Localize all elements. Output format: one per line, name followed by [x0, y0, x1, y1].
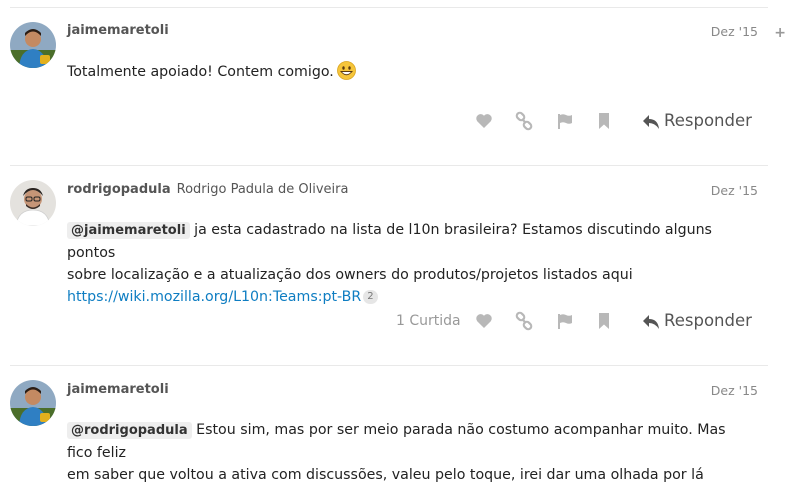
post-1: jaimemaretoli Dez '15 + Totalmente apoia… [0, 0, 788, 165]
post-date[interactable]: Dez '15 [711, 24, 758, 39]
post-line-2: sobre localização e a atualização dos ow… [67, 267, 633, 283]
post-divider [10, 165, 768, 166]
username[interactable]: jaimemaretoli [67, 23, 169, 38]
post-body: @rodrigopadula Estou sim, mas por ser me… [67, 419, 737, 486]
grinning-face-icon [336, 61, 356, 80]
reply-icon [643, 314, 659, 329]
post-text: Totalmente apoiado! Contem comigo. [67, 64, 334, 80]
expand-icon[interactable]: + [774, 25, 786, 41]
post-line-1: @jaimemaretoli ja esta cadastrado na lis… [67, 219, 737, 264]
post-body: Totalmente apoiado! Contem comigo. [67, 61, 737, 83]
post-line-3: https://wiki.mozilla.org/L10n:Teams:pt-B… [67, 286, 737, 308]
mention-link[interactable]: @rodrigopadula [67, 422, 192, 439]
post-2: rodrigopadula Rodrigo Padula de Oliveira … [0, 165, 788, 365]
post-date[interactable]: Dez '15 [711, 383, 758, 398]
wiki-link[interactable]: https://wiki.mozilla.org/L10n:Teams:pt-B… [67, 289, 361, 305]
username[interactable]: jaimemaretoli [67, 382, 169, 397]
avatar[interactable] [10, 22, 56, 68]
heart-icon[interactable] [474, 311, 494, 331]
link-icon[interactable] [514, 311, 534, 331]
flag-icon[interactable] [555, 111, 575, 131]
post-line-1: @rodrigopadula Estou sim, mas por ser me… [67, 419, 737, 464]
reply-button[interactable]: Responder [642, 109, 752, 133]
like-count[interactable]: 1 Curtida [396, 309, 461, 333]
link-icon[interactable] [514, 111, 534, 131]
post-meta: rodrigopadula Rodrigo Padula de Oliveira [67, 182, 348, 198]
full-name: Rodrigo Padula de Oliveira [176, 182, 349, 197]
reply-icon [643, 114, 659, 129]
mention-link[interactable]: @jaimemaretoli [67, 222, 190, 239]
post-meta: jaimemaretoli [67, 382, 169, 398]
post-body: @jaimemaretoli ja esta cadastrado na lis… [67, 219, 737, 308]
post-divider [10, 365, 768, 366]
post-date[interactable]: Dez '15 [711, 183, 758, 198]
post-3: jaimemaretoli Dez '15 @rodrigopadula Est… [0, 365, 788, 483]
bookmark-icon[interactable] [594, 111, 614, 131]
post-meta: jaimemaretoli [67, 23, 169, 39]
reply-label: Responder [664, 111, 752, 130]
bookmark-icon[interactable] [594, 311, 614, 331]
avatar[interactable] [10, 180, 56, 226]
flag-icon[interactable] [555, 311, 575, 331]
reply-label: Responder [664, 311, 752, 330]
avatar[interactable] [10, 380, 56, 426]
post-actions: 1 Curtida Responder [0, 309, 760, 333]
link-click-count: 2 [363, 290, 378, 304]
post-divider [10, 7, 768, 8]
post-actions: Responder [0, 109, 760, 133]
reply-button[interactable]: Responder [642, 309, 752, 333]
username[interactable]: rodrigopadula [67, 182, 171, 197]
post-line-2: em saber que voltou a ativa com discussõ… [67, 467, 704, 483]
heart-icon[interactable] [474, 111, 494, 131]
